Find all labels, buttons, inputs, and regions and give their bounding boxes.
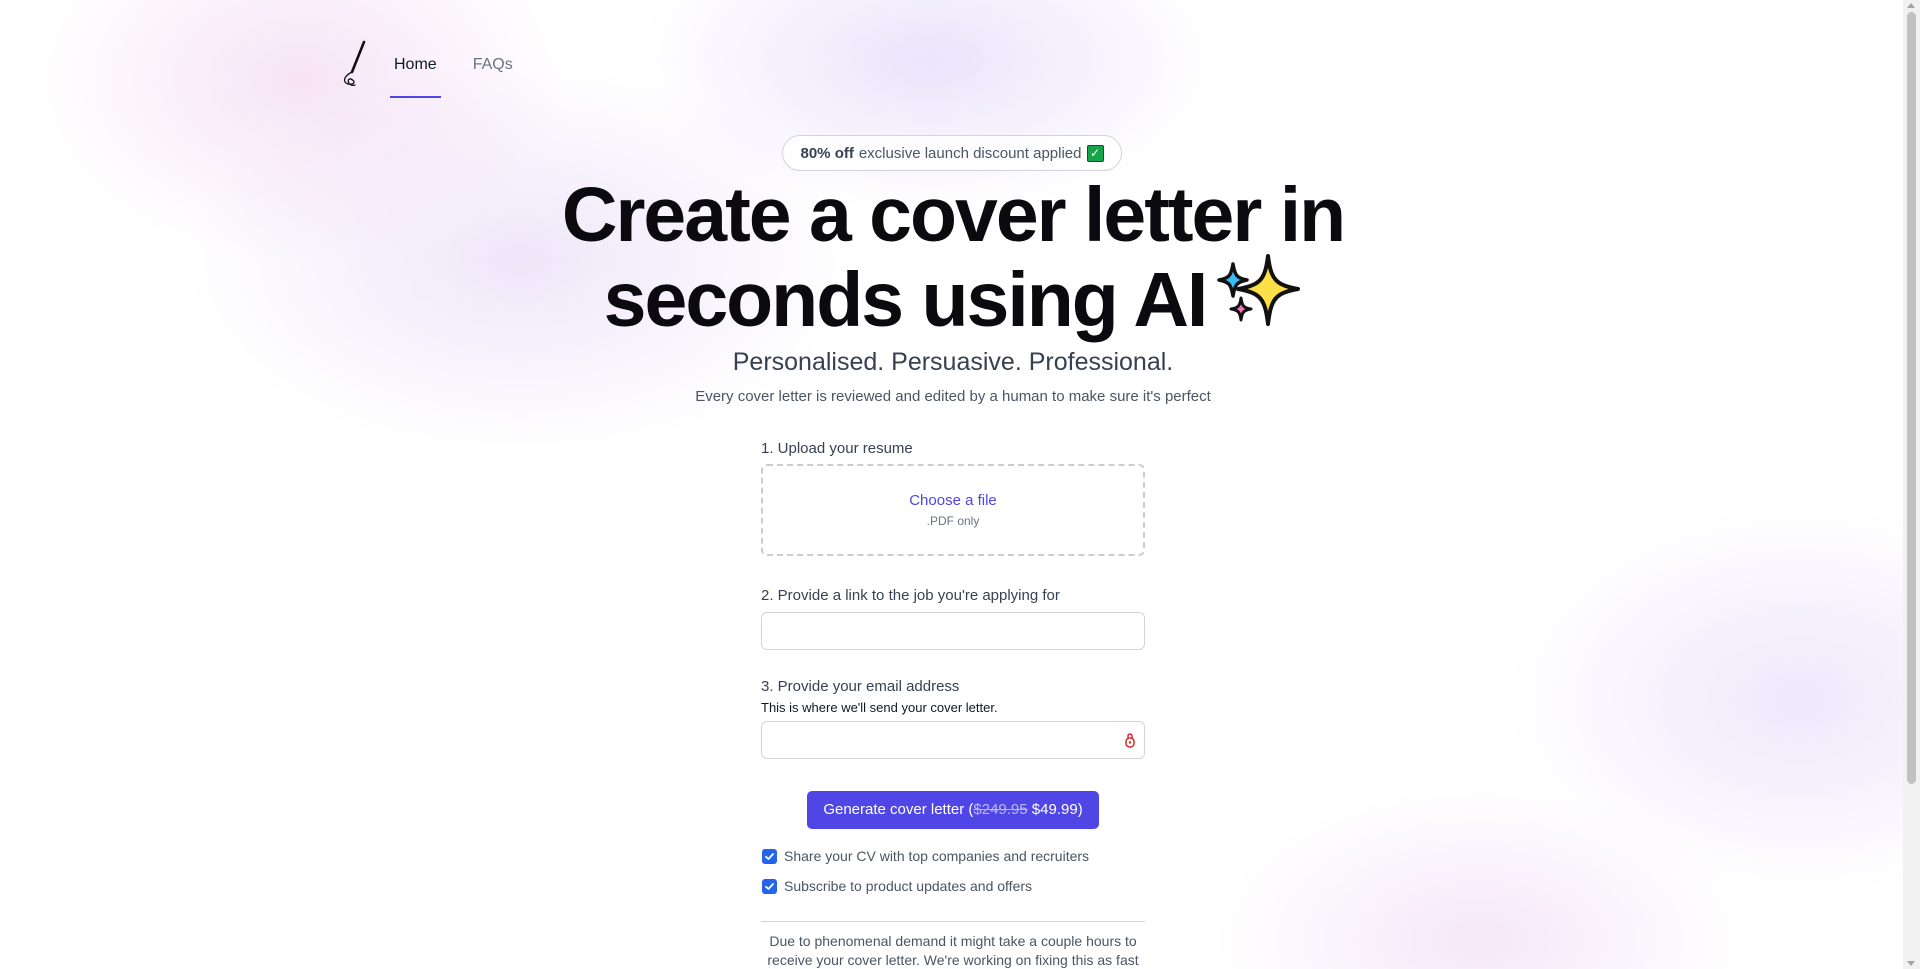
password-manager-icon[interactable]: [1123, 731, 1137, 749]
share-cv-checkbox[interactable]: [762, 848, 777, 864]
file-type-hint: .PDF only: [926, 514, 980, 528]
job-link-section: 2. Provide a link to the job you're appl…: [761, 585, 1145, 650]
email-label: 3. Provide your email address: [761, 678, 960, 695]
new-price: $49.99: [1031, 801, 1078, 818]
pen-icon[interactable]: [340, 38, 370, 92]
top-nav: Home FAQs: [340, 30, 517, 98]
submit-wrap: Generate cover letter ($249.95 $49.99): [761, 791, 1145, 829]
generate-cover-letter-button[interactable]: Generate cover letter ($249.95 $49.99): [807, 791, 1099, 829]
divider: [761, 921, 1145, 922]
hero-title-line2: seconds using AI: [603, 257, 1209, 343]
scrollbar[interactable]: [1903, 0, 1920, 969]
submit-suffix: ): [1077, 801, 1083, 818]
share-cv-option[interactable]: Share your CV with top companies and rec…: [761, 841, 1145, 871]
job-link-input[interactable]: [761, 612, 1145, 650]
cover-letter-form: 1. Upload your resume Choose a file .PDF…: [761, 438, 1145, 969]
hero-subtitle: Personalised. Persuasive. Professional.: [732, 348, 1174, 376]
nav-home-link[interactable]: Home: [390, 30, 441, 98]
old-price: $249.95: [973, 801, 1028, 818]
scroll-thumb[interactable]: [1907, 12, 1916, 784]
submit-prefix: Generate cover letter (: [823, 801, 974, 818]
hero-title-line1: Create a cover letter in: [561, 172, 1346, 258]
options-list: Share your CV with top companies and rec…: [761, 841, 1145, 901]
email-field-wrap: [761, 721, 1145, 759]
nav-faqs-link[interactable]: FAQs: [469, 30, 517, 96]
subscribe-checkbox[interactable]: [762, 878, 777, 894]
discount-badge-text: exclusive launch discount applied: [858, 144, 1082, 162]
subscribe-label: Subscribe to product updates and offers: [784, 878, 1033, 894]
hero-title: Create a cover letter in seconds using A…: [540, 177, 1366, 339]
subscribe-option[interactable]: Subscribe to product updates and offers: [761, 871, 1145, 901]
choose-file-link[interactable]: Choose a file: [909, 492, 997, 509]
resume-upload-label: 1. Upload your resume: [761, 440, 913, 457]
scroll-down-arrow-icon[interactable]: [1907, 961, 1915, 966]
sparkles-icon: [1217, 254, 1301, 326]
hero-tagline: Every cover letter is reviewed and edite…: [695, 388, 1211, 405]
scroll-up-arrow-icon[interactable]: [1907, 3, 1915, 8]
job-link-label: 2. Provide a link to the job you're appl…: [761, 587, 1060, 604]
page: Home FAQs 80% off exclusive launch disco…: [0, 0, 1920, 969]
discount-badge-bold: 80% off: [800, 144, 854, 162]
email-section: 3. Provide your email address This is wh…: [761, 676, 1145, 759]
checkmark-icon: [765, 852, 774, 860]
email-input[interactable]: [761, 721, 1145, 759]
check-mark-icon: ✓: [1086, 144, 1104, 162]
discount-badge: 80% off exclusive launch discount applie…: [782, 135, 1122, 171]
resume-dropzone[interactable]: Choose a file .PDF only: [761, 464, 1145, 556]
checkmark-icon: [765, 882, 774, 890]
share-cv-label: Share your CV with top companies and rec…: [784, 848, 1090, 864]
demand-notice: Due to phenomenal demand it might take a…: [767, 933, 1139, 968]
email-help-text: This is where we'll send your cover lett…: [761, 700, 998, 715]
